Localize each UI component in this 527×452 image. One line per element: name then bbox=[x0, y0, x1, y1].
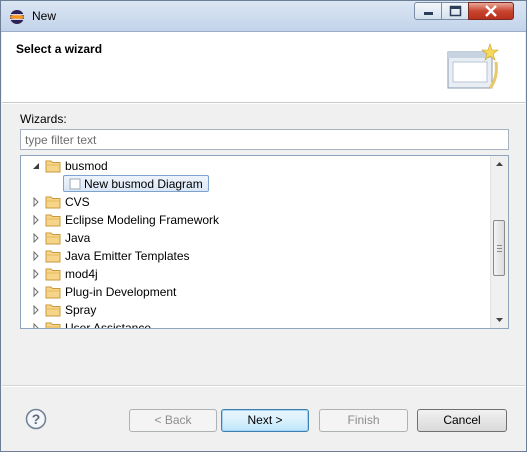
scroll-thumb[interactable] bbox=[493, 220, 505, 276]
folder-icon bbox=[45, 196, 61, 209]
diagram-wizard-icon bbox=[69, 178, 81, 190]
folder-icon bbox=[45, 160, 61, 173]
finish-button[interactable]: Finish bbox=[319, 409, 408, 432]
help-icon[interactable]: ? bbox=[25, 408, 47, 430]
eclipse-icon bbox=[10, 10, 24, 24]
collapsed-arrow-icon[interactable] bbox=[31, 251, 41, 261]
tree-item-emf[interactable]: Eclipse Modeling Framework bbox=[21, 211, 491, 229]
header-separator bbox=[2, 103, 525, 104]
back-button[interactable]: < Back bbox=[129, 409, 217, 432]
tree-item-label: New busmod Diagram bbox=[84, 177, 203, 191]
folder-icon bbox=[45, 268, 61, 281]
folder-icon bbox=[45, 250, 61, 263]
tree-item-cvs[interactable]: CVS bbox=[21, 193, 491, 211]
tree-item-busmod[interactable]: busmod bbox=[21, 157, 491, 175]
tree-item-label: Spray bbox=[65, 303, 97, 317]
thumb-grip bbox=[497, 248, 502, 249]
new-wizard-dialog: New Select a wizard Wizards: busmod bbox=[0, 0, 527, 452]
expanded-arrow-icon[interactable] bbox=[31, 161, 41, 171]
tree-item-label: Java Emitter Templates bbox=[65, 249, 190, 263]
maximize-icon bbox=[449, 5, 462, 17]
wizard-header: Select a wizard bbox=[2, 32, 525, 103]
tree-item-plugin-development[interactable]: Plug-in Development bbox=[21, 283, 491, 301]
tree-item-label: mod4j bbox=[65, 267, 98, 281]
tree-scrollbar[interactable] bbox=[490, 156, 508, 328]
close-icon bbox=[485, 5, 497, 17]
scroll-up-icon[interactable] bbox=[491, 156, 508, 173]
title-bar[interactable]: New bbox=[1, 1, 526, 32]
tree-item-label: Eclipse Modeling Framework bbox=[65, 213, 220, 227]
window-title: New bbox=[32, 9, 57, 23]
collapsed-arrow-icon[interactable] bbox=[31, 269, 41, 279]
tree-item-label: busmod bbox=[65, 159, 108, 173]
thumb-grip bbox=[497, 245, 502, 246]
collapsed-arrow-icon[interactable] bbox=[31, 197, 41, 207]
tree-item-label: User Assistance bbox=[65, 321, 152, 329]
minimize-icon bbox=[424, 12, 433, 15]
close-window-button[interactable] bbox=[468, 2, 514, 20]
folder-icon bbox=[45, 304, 61, 317]
folder-icon bbox=[45, 232, 61, 245]
filter-input[interactable] bbox=[20, 129, 509, 150]
collapsed-arrow-icon[interactable] bbox=[31, 287, 41, 297]
tree-item-label: Java bbox=[65, 231, 91, 245]
cancel-button[interactable]: Cancel bbox=[417, 409, 507, 432]
collapsed-arrow-icon[interactable] bbox=[31, 233, 41, 243]
svg-text:?: ? bbox=[32, 411, 41, 427]
tree-item-user-assistance[interactable]: User Assistance bbox=[21, 319, 491, 329]
tree-item-java[interactable]: Java bbox=[21, 229, 491, 247]
collapsed-arrow-icon[interactable] bbox=[31, 323, 41, 329]
tree-item-spray[interactable]: Spray bbox=[21, 301, 491, 319]
tree-item-mod4j[interactable]: mod4j bbox=[21, 265, 491, 283]
next-button[interactable]: Next > bbox=[221, 409, 309, 432]
tree-item-label: Plug-in Development bbox=[65, 285, 177, 299]
wizard-banner-icon bbox=[447, 43, 499, 89]
collapsed-arrow-icon[interactable] bbox=[31, 215, 41, 225]
wizards-label: Wizards: bbox=[20, 112, 67, 126]
button-bar-separator bbox=[2, 385, 525, 387]
folder-icon bbox=[45, 214, 61, 227]
minimize-button[interactable] bbox=[414, 2, 442, 20]
tree-item-label: CVS bbox=[65, 195, 90, 209]
page-title: Select a wizard bbox=[16, 42, 103, 56]
thumb-grip bbox=[497, 251, 502, 252]
tree-item-jet[interactable]: Java Emitter Templates bbox=[21, 247, 491, 265]
scroll-down-icon[interactable] bbox=[491, 311, 508, 328]
collapsed-arrow-icon[interactable] bbox=[31, 305, 41, 315]
folder-icon bbox=[45, 286, 61, 299]
wizard-tree[interactable]: busmod New busmod Diagram CVS Eclipse Mo… bbox=[20, 155, 509, 329]
maximize-button[interactable] bbox=[441, 2, 469, 20]
folder-icon bbox=[45, 322, 61, 328]
